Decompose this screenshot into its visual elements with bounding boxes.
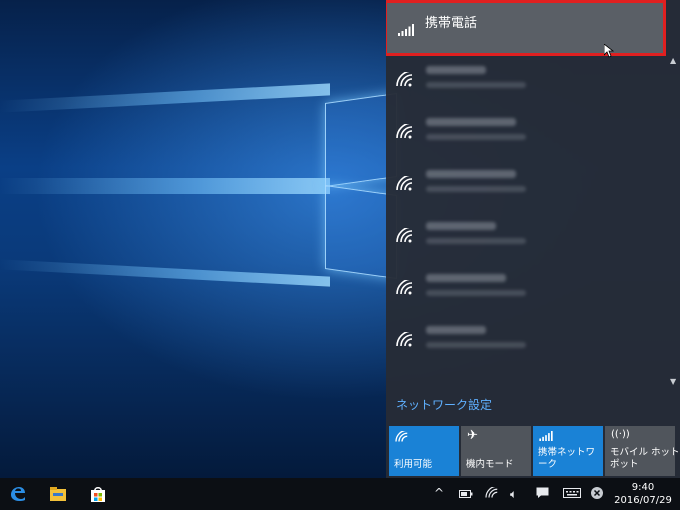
blurred-network-name — [426, 118, 516, 126]
hotspot-icon: ((·)) — [611, 429, 630, 440]
tile-label: モバイル ホットス ポット — [610, 447, 680, 470]
scroll-up-icon[interactable]: ▲ — [670, 56, 676, 65]
wifi-icon — [396, 280, 413, 295]
network-list-scrollbar[interactable]: ▲ ▼ — [670, 56, 678, 386]
wifi-icon — [396, 228, 413, 243]
light-beam — [0, 83, 330, 113]
blurred-network-name — [426, 66, 486, 74]
wifi-network-item[interactable] — [386, 264, 664, 316]
wifi-network-item[interactable] — [386, 108, 664, 160]
store-icon[interactable] — [88, 484, 108, 504]
clock-time: 9:40 — [631, 482, 655, 493]
wifi-icon — [395, 431, 408, 442]
action-center-icon[interactable] — [536, 487, 549, 499]
network-flyout: 携帯電話 ▲ ▼ ネットワーク設定 利用可能 ✈ 機内モード 携帯ネットワーク … — [386, 0, 680, 478]
network-list: 携帯電話 ▲ ▼ — [386, 0, 680, 386]
wifi-network-item[interactable] — [386, 56, 664, 108]
blurred-network-status — [426, 186, 526, 192]
cellular-network-name: 携帯電話 — [425, 16, 478, 31]
blurred-network-name — [426, 170, 516, 178]
wifi-network-item[interactable] — [386, 316, 664, 368]
network-settings-link[interactable]: ネットワーク設定 — [396, 396, 492, 413]
cellular-network-item[interactable]: 携帯電話 — [386, 0, 666, 56]
wifi-icon[interactable] — [485, 487, 499, 499]
mouse-cursor-icon — [604, 44, 614, 58]
blurred-network-status — [426, 238, 526, 244]
cellular-tile[interactable]: 携帯ネットワーク — [533, 426, 603, 476]
light-beam — [0, 178, 330, 194]
mobile-hotspot-tile[interactable]: ((·)) モバイル ホットス ポット — [605, 426, 680, 476]
blurred-network-name — [426, 274, 506, 282]
cellular-icon — [539, 431, 553, 441]
wifi-icon — [396, 332, 413, 347]
wifi-icon — [396, 176, 413, 191]
tile-label: 携帯ネットワーク — [538, 447, 596, 470]
wifi-network-item[interactable] — [386, 212, 664, 264]
chevron-up-icon[interactable]: ^ — [434, 486, 444, 500]
wifi-icon — [396, 72, 413, 87]
airplane-icon: ✈ — [467, 428, 478, 443]
clock-date: 2016/07/29 — [614, 495, 672, 506]
wifi-toggle-tile[interactable]: 利用可能 — [389, 426, 459, 476]
volume-icon[interactable]: 🔈︎ — [510, 487, 517, 502]
scroll-down-icon[interactable]: ▼ — [670, 377, 676, 386]
tile-label: 利用可能 — [394, 459, 433, 470]
blurred-network-name — [426, 222, 496, 230]
battery-icon[interactable] — [459, 490, 473, 498]
taskbar-clock[interactable]: 9:40 2016/07/29 — [612, 481, 674, 507]
wifi-icon — [396, 124, 413, 139]
airplane-mode-tile[interactable]: ✈ 機内モード — [461, 426, 531, 476]
close-circle-icon[interactable] — [591, 487, 603, 499]
wifi-network-item[interactable] — [386, 160, 664, 212]
keyboard-icon[interactable] — [563, 488, 581, 498]
tile-label: 機内モード — [466, 459, 514, 470]
light-beam — [0, 259, 330, 287]
file-explorer-icon[interactable] — [48, 484, 68, 504]
blurred-network-status — [426, 82, 526, 88]
blurred-network-status — [426, 342, 526, 348]
blurred-network-name — [426, 326, 486, 334]
blurred-network-status — [426, 290, 526, 296]
taskbar: ^ 🔈︎ 9:40 2016/07/29 — [0, 478, 680, 510]
blurred-network-status — [426, 134, 526, 140]
edge-icon[interactable] — [8, 484, 28, 504]
cellular-signal-icon — [398, 24, 414, 36]
